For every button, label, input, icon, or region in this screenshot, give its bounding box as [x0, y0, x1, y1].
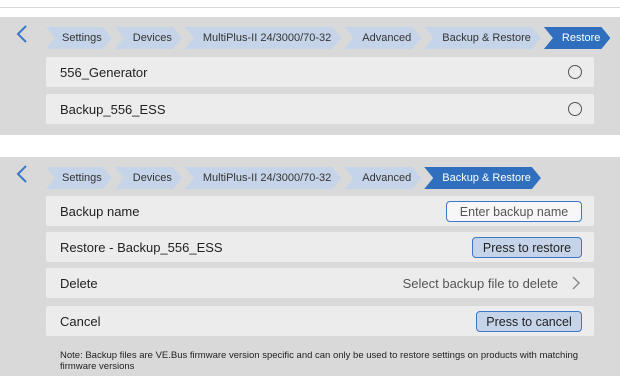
firmware-note: Note: Backup files are VE.Bus firmware v…: [60, 350, 579, 372]
chevron-left-icon: [16, 165, 27, 183]
delete-selector[interactable]: Select backup file to delete: [403, 268, 580, 298]
breadcrumb-settings[interactable]: Settings: [46, 27, 112, 49]
delete-row[interactable]: Delete Select backup file to delete: [46, 268, 594, 298]
cancel-row: Cancel Press to cancel: [46, 306, 594, 336]
backup-name-input[interactable]: Enter backup name: [446, 201, 582, 222]
backup-name-row: Backup name Enter backup name: [46, 196, 594, 226]
delete-label: Delete: [60, 275, 98, 291]
breadcrumb-multiplus[interactable]: MultiPlus-II 24/3000/70-32: [185, 167, 341, 189]
breadcrumb-devices[interactable]: Devices: [115, 167, 182, 189]
file-name: Backup_556_ESS: [60, 101, 166, 117]
chevron-left-icon: [16, 25, 27, 43]
delete-value: Select backup file to delete: [402, 275, 558, 291]
restore-label: Restore - Backup_556_ESS: [60, 239, 223, 255]
chevron-right-icon: [572, 276, 580, 290]
list-item[interactable]: Backup_556_ESS: [46, 94, 594, 124]
breadcrumb-backup-restore[interactable]: Backup & Restore: [424, 27, 541, 49]
breadcrumb-advanced[interactable]: Advanced: [344, 167, 421, 189]
breadcrumb-devices[interactable]: Devices: [115, 27, 182, 49]
back-button[interactable]: [2, 17, 42, 51]
radio-unchecked-icon[interactable]: [568, 65, 582, 79]
breadcrumb-settings[interactable]: Settings: [46, 167, 112, 189]
breadcrumb-multiplus[interactable]: MultiPlus-II 24/3000/70-32: [185, 27, 341, 49]
radio-unchecked-icon[interactable]: [568, 102, 582, 116]
list-item[interactable]: 556_Generator: [46, 57, 594, 87]
file-name: 556_Generator: [60, 64, 148, 80]
restore-row: Restore - Backup_556_ESS Press to restor…: [46, 232, 594, 262]
backup-restore-panel: Settings Devices MultiPlus-II 24/3000/70…: [0, 157, 620, 376]
backup-name-label: Backup name: [60, 203, 140, 219]
breadcrumb: Settings Devices MultiPlus-II 24/3000/70…: [46, 27, 613, 49]
breadcrumb-advanced[interactable]: Advanced: [344, 27, 421, 49]
restore-button[interactable]: Press to restore: [472, 237, 582, 258]
breadcrumb: Settings Devices MultiPlus-II 24/3000/70…: [46, 167, 544, 189]
breadcrumb-backup-restore[interactable]: Backup & Restore: [424, 167, 541, 189]
cancel-button[interactable]: Press to cancel: [476, 311, 582, 332]
back-button[interactable]: [2, 157, 42, 191]
breadcrumb-restore[interactable]: Restore: [544, 27, 611, 49]
restore-panel: Settings Devices MultiPlus-II 24/3000/70…: [0, 17, 620, 135]
cancel-label: Cancel: [60, 313, 101, 329]
top-divider: [0, 0, 620, 8]
